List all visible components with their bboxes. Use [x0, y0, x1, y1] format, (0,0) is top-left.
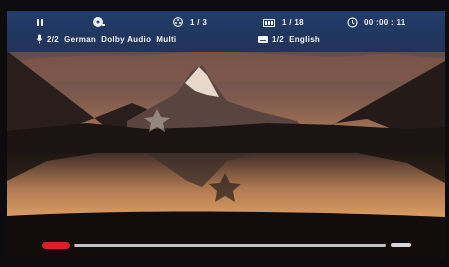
chapter-value: 1 / 3 — [190, 17, 208, 27]
playback-info-bar: 1 / 3 1 / 18 00 :00 : 11 2/2 German Dolb… — [7, 11, 445, 52]
audio-track-indicator: 2/2 German Dolby Audio Multi — [36, 34, 176, 44]
elapsed-time-indicator: 00 :00 : 11 — [347, 17, 406, 28]
disc-indicator — [92, 16, 106, 28]
audio-track-value: 2/2 German Dolby Audio Multi — [47, 34, 177, 44]
title-grid-icon — [263, 18, 275, 27]
title-value: 1 / 18 — [282, 18, 304, 27]
disc-icon — [93, 17, 105, 27]
current-time-pill — [42, 242, 70, 249]
elapsed-time-value: 00 :00 : 11 — [364, 18, 406, 27]
chapter-indicator: 1 / 3 — [173, 17, 207, 27]
pause-indicator[interactable] — [36, 18, 44, 27]
clock-icon — [347, 17, 358, 28]
subtitle-indicator: 1/2 English — [258, 35, 320, 44]
playback-progress-bar[interactable] — [42, 241, 412, 251]
subtitle-icon — [258, 36, 268, 43]
total-time-pill — [391, 243, 411, 247]
progress-track[interactable] — [74, 244, 386, 247]
video-frame[interactable]: 1 / 3 1 / 18 00 :00 : 11 2/2 German Dolb… — [7, 11, 445, 259]
microphone-icon — [36, 34, 43, 44]
progress-fill — [74, 244, 76, 247]
title-indicator: 1 / 18 — [263, 18, 304, 27]
pause-icon — [37, 19, 43, 26]
film-reel-icon — [173, 17, 183, 27]
subtitle-value: 1/2 English — [272, 35, 321, 44]
